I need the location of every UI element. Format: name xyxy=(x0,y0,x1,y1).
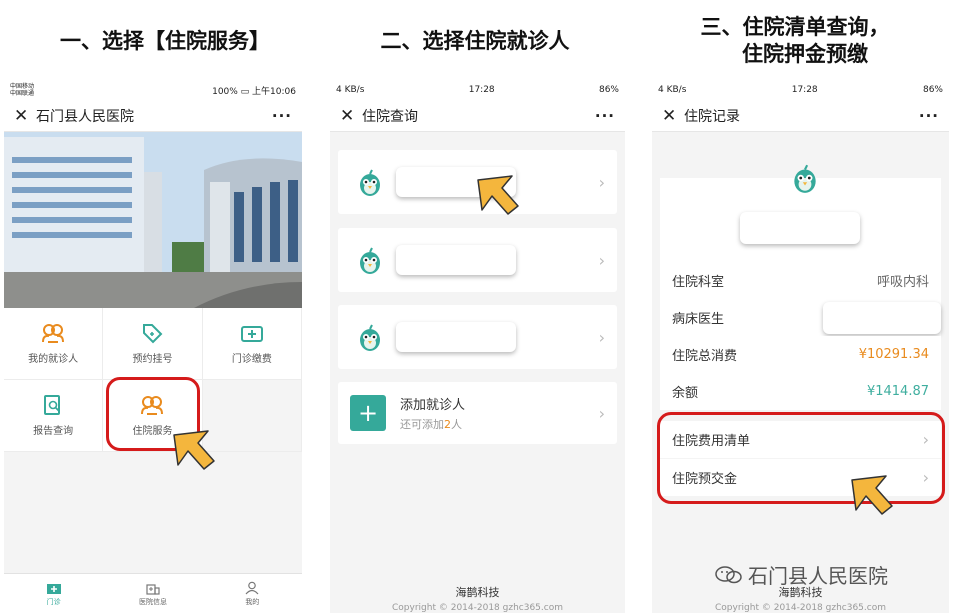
wechat-icon xyxy=(715,565,742,583)
chevron-right-icon: › xyxy=(598,403,605,423)
more-icon[interactable]: ··· xyxy=(919,107,939,125)
clinic-icon xyxy=(46,583,61,594)
tab-label: 门诊 xyxy=(46,597,61,606)
chevron-right-icon: › xyxy=(598,327,605,347)
step-one-title: 一、选择【住院服务】 xyxy=(60,29,270,53)
status-speed: 4 KB/s xyxy=(336,85,365,95)
footer: 海鹊科技 Copyright © 2014-2018 gzhc365.com xyxy=(652,584,949,613)
footer: 海鹊科技 Copyright © 2014-2018 gzhc365.com xyxy=(330,584,625,613)
add-hint-prefix: 还可添加 xyxy=(400,418,444,431)
tab-label: 医院信息 xyxy=(138,597,167,606)
status-bar: 中国移动 中国联通 100% ▭ 上午10:06 xyxy=(4,80,302,100)
add-hint-suffix: 人 xyxy=(451,418,462,431)
profile-icon xyxy=(245,581,259,594)
footer-copyright: Copyright © 2014-2018 gzhc365.com xyxy=(392,603,563,613)
patient-header-card xyxy=(660,164,941,264)
redacted-name-box xyxy=(396,322,516,352)
info-row-department: 住院科室 呼吸内科 xyxy=(660,262,941,299)
add-hint-count: 2 xyxy=(444,418,451,431)
add-patient-label: 添加就诊人 xyxy=(400,398,466,413)
hospital-icon xyxy=(146,583,160,595)
info-label: 住院科室 xyxy=(672,275,725,290)
close-icon[interactable]: ✕ xyxy=(14,106,36,126)
info-label: 余额 xyxy=(672,386,699,401)
grid-item-report-query[interactable]: 报告查询 xyxy=(4,380,104,452)
info-label: 病床医生 xyxy=(672,312,725,327)
status-battery: 86% xyxy=(598,85,619,95)
navbar: ✕ 住院查询 ··· xyxy=(330,100,625,132)
tab-bar: 门诊 医院信息 我的 xyxy=(4,573,302,613)
phone-patient-select: 4 KB/s 17:28 86% ✕ 住院查询 ··· › › › + 添加就诊… xyxy=(330,80,625,613)
status-time: 17:28 xyxy=(791,85,818,95)
chevron-right-icon: › xyxy=(598,172,605,192)
info-row-total-cost: 住院总消费 ¥10291.34 xyxy=(660,336,941,373)
tab-hospital-info[interactable]: 医院信息 xyxy=(103,574,202,613)
more-icon[interactable]: ··· xyxy=(272,107,292,125)
tab-clinic[interactable]: 门诊 xyxy=(4,574,103,613)
navbar: ✕ 石门县人民医院 ··· xyxy=(4,100,302,132)
report-icon xyxy=(41,394,65,416)
page-title: 住院记录 xyxy=(684,108,740,125)
carrier-2: 中国联通 xyxy=(10,90,35,97)
highlight-inpatient-links xyxy=(657,412,945,504)
close-icon[interactable]: ✕ xyxy=(340,106,362,126)
footer-brand: 海鹊科技 xyxy=(455,586,500,599)
grid-item-label: 预约挂号 xyxy=(132,354,173,365)
status-bar: 4 KB/s 17:28 86% xyxy=(652,80,949,100)
phone-home-screen: 中国移动 中国联通 100% ▭ 上午10:06 ✕ 石门县人民医院 ··· 我… xyxy=(4,80,302,613)
pointer-arrow-icon xyxy=(477,175,519,215)
carrier-1: 中国移动 xyxy=(10,83,35,90)
status-time: 17:28 xyxy=(468,85,495,95)
info-value: ¥10291.34 xyxy=(858,347,929,362)
grid-item-label: 门诊缴费 xyxy=(231,354,272,365)
grid-item-label: 我的就诊人 xyxy=(28,354,79,365)
step-three-title-line2: 住院押金预缴 xyxy=(742,42,868,66)
status-bar: 4 KB/s 17:28 86% xyxy=(330,80,625,100)
info-value: ¥1414.87 xyxy=(866,384,929,399)
grid-item-label: 报告查询 xyxy=(33,426,74,437)
grid-item-my-patients[interactable]: 我的就诊人 xyxy=(4,308,104,380)
patient-card-2[interactable]: › xyxy=(338,228,617,292)
status-right: 100% ▭ 上午10:06 xyxy=(212,86,296,97)
add-icon: + xyxy=(350,395,386,431)
info-value: 呼吸内科 xyxy=(876,275,929,290)
footer-copyright: Copyright © 2014-2018 gzhc365.com xyxy=(715,603,886,613)
info-label: 住院总消费 xyxy=(672,349,738,364)
chevron-right-icon: › xyxy=(598,250,605,270)
bird-avatar-icon xyxy=(794,164,816,193)
pointer-arrow-icon xyxy=(851,475,893,515)
patient-card-3[interactable]: › xyxy=(338,305,617,369)
step-two-title: 二、选择住院就诊人 xyxy=(380,29,570,53)
status-battery: 86% xyxy=(922,85,943,95)
info-row-balance: 余额 ¥1414.87 xyxy=(660,373,941,410)
payment-icon xyxy=(240,322,264,344)
add-patient-card[interactable]: + 添加就诊人 还可添加2人 › xyxy=(338,382,617,444)
pointer-arrow-icon xyxy=(173,430,215,470)
users-icon xyxy=(41,322,65,344)
hospital-banner-image xyxy=(4,132,302,308)
step-three-title-line1: 三、住院清单查询， xyxy=(700,15,890,39)
redacted-name-box xyxy=(740,212,860,244)
info-row-doctor: 病床医生 xyxy=(660,299,941,336)
add-patient-hint: 还可添加2人 xyxy=(400,416,465,432)
grid-item-appointment[interactable]: 预约挂号 xyxy=(103,308,203,380)
hospital-building-illustration xyxy=(4,132,302,308)
tab-profile[interactable]: 我的 xyxy=(203,574,302,613)
more-icon[interactable]: ··· xyxy=(595,107,615,125)
bird-avatar-icon xyxy=(360,247,380,274)
status-speed: 4 KB/s xyxy=(658,85,687,95)
bird-avatar-icon xyxy=(360,169,380,196)
tab-label: 我的 xyxy=(245,597,260,606)
page-title: 住院查询 xyxy=(362,108,418,125)
bird-avatar-icon xyxy=(360,324,380,351)
phone-inpatient-record: 4 KB/s 17:28 86% ✕ 住院记录 ··· 住院科室 呼吸内科 病床… xyxy=(652,80,949,613)
page-title: 石门县人民医院 xyxy=(36,108,134,125)
navbar: ✕ 住院记录 ··· xyxy=(652,100,949,132)
redacted-doctor-box xyxy=(823,301,941,334)
grid-item-clinic-payment[interactable]: 门诊缴费 xyxy=(202,308,302,380)
tag-icon xyxy=(140,322,164,344)
footer-brand: 海鹊科技 xyxy=(778,586,823,599)
redacted-name-box xyxy=(396,245,516,275)
close-icon[interactable]: ✕ xyxy=(662,106,684,126)
